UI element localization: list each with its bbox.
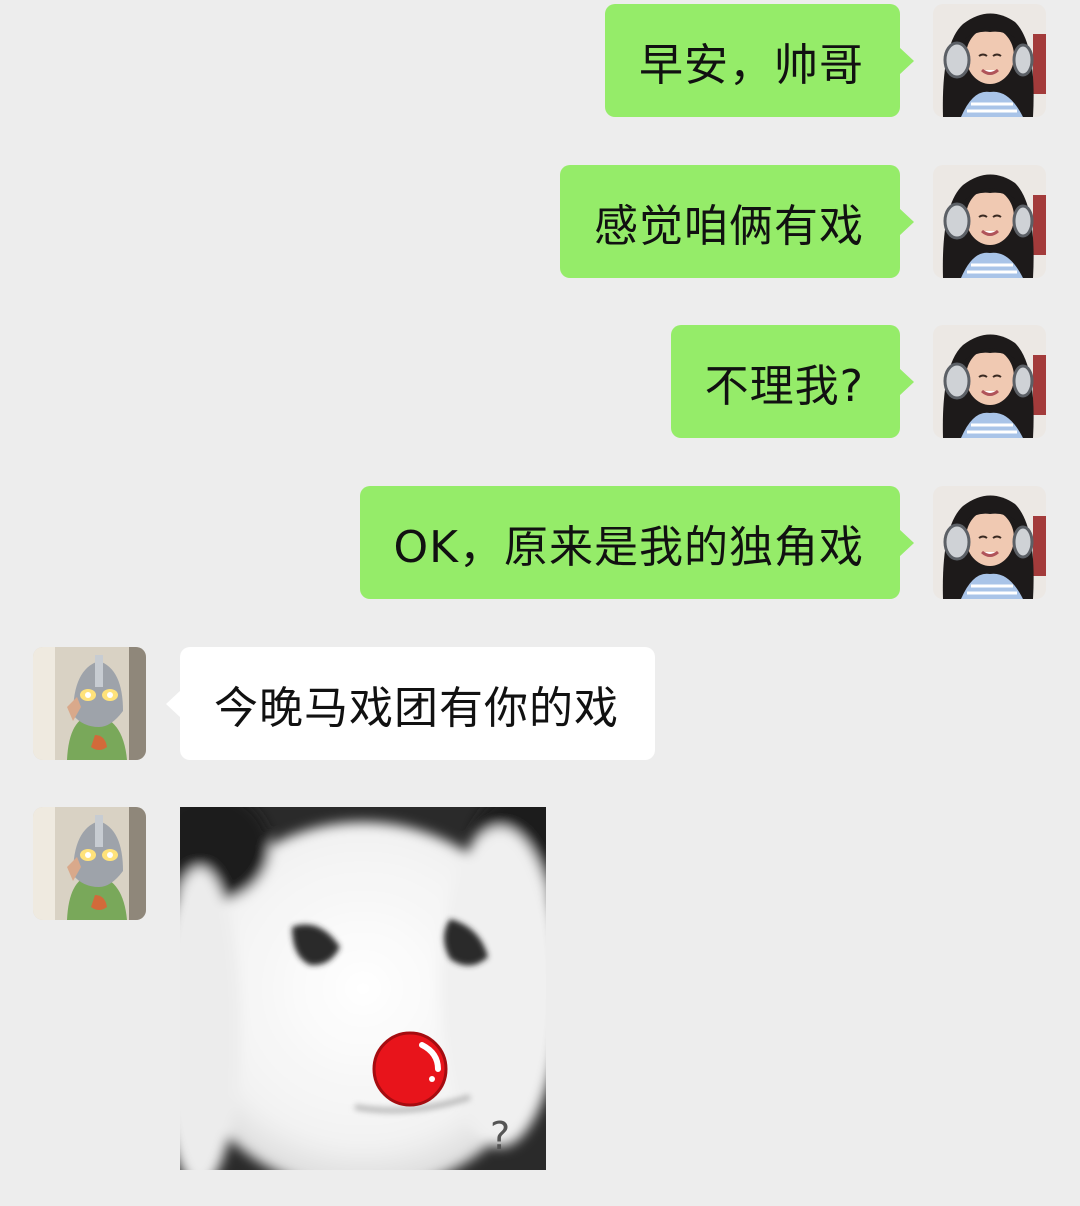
message-bubble-sent[interactable]: OK，原来是我的独角戏 bbox=[359, 486, 914, 599]
sticker-message[interactable]: ? bbox=[180, 807, 546, 1170]
message-text: OK，原来是我的独角戏 bbox=[393, 521, 864, 573]
sticker-question-mark: ? bbox=[490, 1114, 510, 1158]
message-row: OK，原来是我的独角戏 bbox=[0, 486, 1080, 601]
panda-clown-sticker-icon: ? bbox=[180, 807, 546, 1170]
message-bubble-sent[interactable]: 感觉咱俩有戏 bbox=[560, 165, 914, 278]
ultraman-avatar-icon bbox=[33, 647, 146, 760]
girl-avatar-icon bbox=[933, 4, 1046, 117]
girl-avatar-icon bbox=[933, 325, 1046, 438]
my-avatar[interactable] bbox=[933, 165, 1046, 278]
message-bubble-received[interactable]: 今晚马戏团有你的戏 bbox=[166, 647, 655, 760]
girl-avatar-icon bbox=[933, 165, 1046, 278]
message-bubble-sent[interactable]: 早安，帅哥 bbox=[605, 4, 914, 117]
message-row: 今晚马戏团有你的戏 bbox=[0, 647, 1080, 762]
message-row: ? bbox=[0, 807, 1080, 1170]
girl-avatar-icon bbox=[933, 486, 1046, 599]
message-row: 感觉咱俩有戏 bbox=[0, 165, 1080, 280]
my-avatar[interactable] bbox=[933, 486, 1046, 599]
my-avatar[interactable] bbox=[933, 325, 1046, 438]
ultraman-avatar-icon bbox=[33, 807, 146, 920]
message-text: 不理我? bbox=[704, 360, 864, 412]
chat-message-list[interactable]: 早安，帅哥 感觉咱俩有戏 不理我? OK，原来是我的独角戏 今晚马戏团有你的戏 … bbox=[0, 0, 1080, 1206]
contact-avatar[interactable] bbox=[33, 807, 146, 920]
my-avatar[interactable] bbox=[933, 4, 1046, 117]
message-text: 感觉咱俩有戏 bbox=[594, 200, 864, 252]
message-bubble-sent[interactable]: 不理我? bbox=[670, 325, 915, 438]
contact-avatar[interactable] bbox=[33, 647, 146, 760]
message-row: 早安，帅哥 bbox=[0, 4, 1080, 119]
message-row: 不理我? bbox=[0, 325, 1080, 440]
message-text: 今晚马戏团有你的戏 bbox=[214, 682, 619, 734]
message-text: 早安，帅哥 bbox=[639, 39, 864, 91]
